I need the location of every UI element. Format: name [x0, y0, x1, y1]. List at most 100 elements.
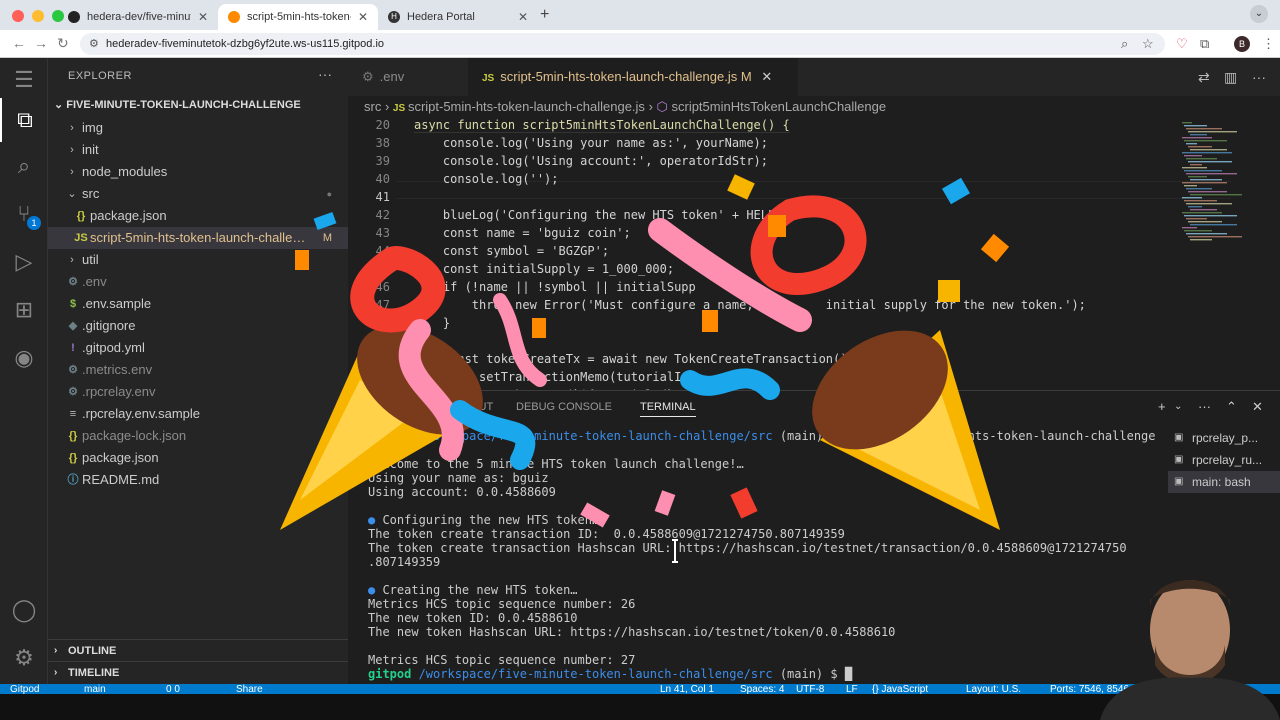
extensions-icon[interactable]: ⧉	[1200, 36, 1209, 52]
status-item[interactable]: main	[84, 684, 106, 694]
status-item[interactable]: UTF-8	[796, 684, 824, 694]
tree-file[interactable]: {} package.json	[48, 447, 348, 469]
chevron-right-icon: ›	[70, 166, 74, 178]
more-actions-icon[interactable]: ···	[1252, 69, 1266, 85]
minimize-window-button[interactable]	[32, 10, 44, 22]
browser-tab-github[interactable]: hedera-dev/five-minute-toke ✕	[58, 4, 218, 30]
status-item[interactable]: 0 0	[166, 684, 180, 694]
tree-file[interactable]: ≡ .rpcrelay.env.sample	[48, 403, 348, 425]
tree-folder[interactable]: ⌄ src ●	[48, 183, 348, 205]
tree-folder[interactable]: › init	[48, 139, 348, 161]
breadcrumb-symbol[interactable]: script5minHtsTokenLaunchChallenge	[671, 99, 886, 114]
minimap-line	[1182, 137, 1212, 139]
split-editor-icon[interactable]: ▥	[1224, 69, 1237, 86]
close-tab-icon[interactable]: ✕	[358, 10, 368, 24]
tree-file[interactable]: ⓘ README.md	[48, 469, 348, 491]
outline-section[interactable]: › OUTLINE	[48, 639, 348, 661]
breadcrumb-file[interactable]: script-5min-hts-token-launch-challenge.j…	[408, 99, 645, 114]
breadcrumb-folder[interactable]: src	[364, 99, 381, 114]
extensions-view-icon[interactable]: ⊞	[0, 288, 48, 332]
bookmark-star-icon[interactable]: ☆	[1142, 36, 1154, 52]
profile-avatar[interactable]: B	[1234, 36, 1250, 52]
browser-tab-gitpod[interactable]: script-5min-hts-token-launc ✕	[218, 4, 378, 30]
tree-folder[interactable]: › util	[48, 249, 348, 271]
tree-folder[interactable]: › node_modules	[48, 161, 348, 183]
status-item[interactable]: Gitpod	[10, 684, 39, 694]
minimap-line	[1190, 194, 1242, 196]
close-panel-icon[interactable]: ✕	[1252, 399, 1263, 415]
project-root-folder[interactable]: ⌄ FIVE-MINUTE-TOKEN-LAUNCH-CHALLENGE	[54, 98, 301, 111]
close-window-button[interactable]	[12, 10, 24, 22]
minimap[interactable]	[1180, 122, 1250, 242]
close-tab-icon[interactable]: ✕	[518, 10, 528, 24]
source-control-badge: 1	[27, 216, 41, 230]
chevron-down-icon[interactable]: ⌄	[1174, 401, 1182, 412]
status-item[interactable]: LF	[846, 684, 858, 694]
tab-search-icon[interactable]: ⌄	[1250, 5, 1268, 23]
tree-file[interactable]: ! .gitpod.yml	[48, 337, 348, 359]
settings-gear-icon[interactable]: ⚙	[0, 636, 48, 680]
tab-output[interactable]: OUTPUT	[448, 401, 493, 413]
status-item[interactable]: Layout: U.S.	[966, 684, 1021, 694]
tab-terminal[interactable]: TERMINAL	[640, 401, 696, 417]
tab-script-js[interactable]: JS script-5min-hts-token-launch-challenge…	[468, 58, 798, 96]
tree-file[interactable]: JS script-5min-hts-token-launch-challenge…	[48, 227, 348, 249]
tree-file[interactable]: {} package-lock.json	[48, 425, 348, 447]
new-tab-button[interactable]: +	[540, 6, 549, 24]
address-bar[interactable]: ⚙ hederadev-fiveminutetok-dzbg6yf2ute.ws…	[80, 33, 1165, 55]
tree-file[interactable]: ⚙ .rpcrelay.env	[48, 381, 348, 403]
pocket-icon[interactable]: ♡	[1176, 36, 1188, 52]
dollar-file-icon: $	[69, 298, 77, 310]
more-actions-icon[interactable]: ···	[318, 66, 332, 82]
modified-badge: M	[322, 232, 332, 244]
tree-file[interactable]: ⚙ .metrics.env	[48, 359, 348, 381]
code-editor[interactable]: 20 async function script5minHtsTokenLaunc…	[348, 118, 1280, 390]
browser-toolbar: ← → ↻ ⚙ hederadev-fiveminutetok-dzbg6yf2…	[0, 30, 1280, 58]
search-icon[interactable]: ⌕	[0, 144, 48, 188]
tree-file[interactable]: ◆ .gitignore	[48, 315, 348, 337]
close-icon[interactable]: ✕	[761, 69, 772, 84]
minimap-line	[1190, 149, 1227, 151]
tree-file[interactable]: {} package.json	[48, 205, 348, 227]
status-item[interactable]: Spaces: 4	[740, 684, 784, 694]
tree-file[interactable]: ⚙ .env	[48, 271, 348, 293]
line-number: 51	[375, 370, 390, 384]
github-view-icon[interactable]: ◉	[0, 336, 48, 380]
browser-menu-icon[interactable]: ⋮	[1262, 36, 1275, 52]
source-control-icon[interactable]: ⑂ 1	[0, 192, 48, 236]
tab-env[interactable]: ⚙ .env	[348, 58, 468, 96]
new-terminal-icon[interactable]: +	[1158, 399, 1166, 414]
terminal-prompt-part: (main) $ node script-5min-hts-token-laun…	[779, 429, 1156, 443]
more-actions-icon[interactable]: ···	[1198, 399, 1211, 414]
run-debug-icon[interactable]: ▷	[0, 240, 48, 284]
js-file-icon: JS	[392, 103, 408, 114]
yml-file-icon: !	[71, 342, 75, 354]
status-item[interactable]: Ln 41, Col 1	[660, 684, 714, 694]
tab-problems[interactable]: PROBLEMS	[368, 401, 429, 413]
terminal-instance[interactable]: ▣ main: bash	[1168, 471, 1280, 493]
tree-folder[interactable]: › img	[48, 117, 348, 139]
tree-file[interactable]: $ .env.sample	[48, 293, 348, 315]
minimap-line	[1184, 215, 1237, 217]
browser-tab-hedera[interactable]: H Hedera Portal ✕	[378, 4, 538, 30]
zoom-icon[interactable]: ⌕	[1121, 36, 1128, 52]
status-item[interactable]: {} JavaScript	[872, 684, 928, 694]
project-name: FIVE-MINUTE-TOKEN-LAUNCH-CHALLENGE	[66, 99, 301, 111]
accounts-icon[interactable]: ◯	[0, 588, 48, 632]
site-info-icon[interactable]: ⚙	[89, 33, 99, 55]
terminal-line: Welcome to the 5 minute HTS token launch…	[368, 457, 744, 471]
maximize-panel-icon[interactable]: ⌃	[1226, 399, 1237, 415]
status-item[interactable]: Share	[236, 684, 263, 694]
explorer-icon[interactable]: ⧉	[0, 98, 48, 142]
timeline-section[interactable]: › TIMELINE	[48, 661, 348, 683]
close-tab-icon[interactable]: ✕	[198, 10, 208, 24]
terminal-instance[interactable]: ▣ rpcrelay_ru...	[1168, 449, 1280, 471]
menu-icon[interactable]: ☰	[0, 58, 48, 102]
compare-changes-icon[interactable]: ⇄	[1198, 69, 1210, 86]
forward-icon[interactable]: →	[34, 35, 48, 51]
tab-debug-console[interactable]: DEBUG CONSOLE	[516, 401, 612, 413]
back-icon[interactable]: ←	[12, 35, 26, 51]
terminal-line: ● Configuring the new HTS token…	[368, 513, 599, 527]
terminal-instance[interactable]: ▣ rpcrelay_p...	[1168, 427, 1280, 449]
reload-icon[interactable]: ↻	[57, 35, 69, 52]
